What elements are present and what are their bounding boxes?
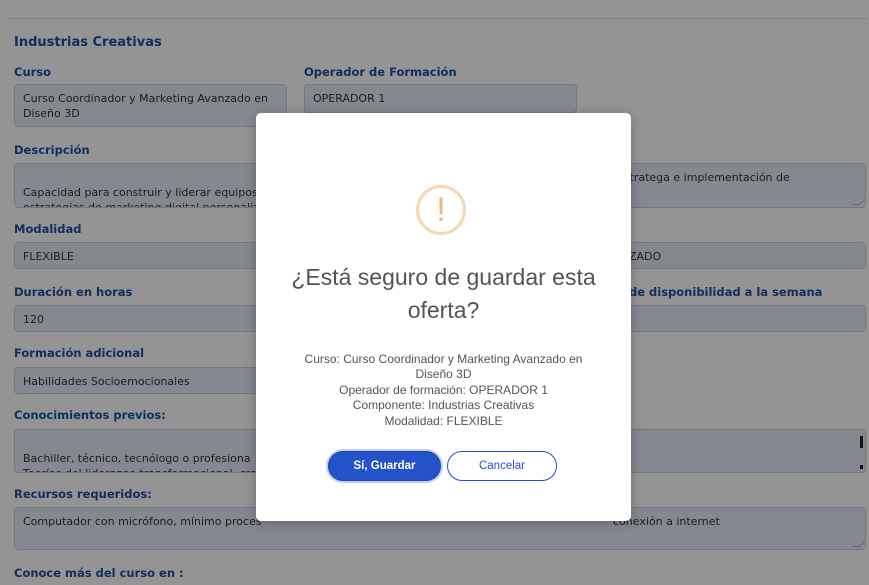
warning-icon: ! bbox=[416, 185, 466, 235]
dialog-title: ¿Está seguro de guardar esta oferta? bbox=[291, 264, 596, 323]
confirm-dialog: ! ¿Está seguro de guardar esta oferta? C… bbox=[256, 113, 631, 521]
dialog-content: Curso: Curso Coordinador y Marketing Ava… bbox=[296, 352, 591, 429]
dialog-modalidad-line: Modalidad: FLEXIBLE bbox=[384, 413, 503, 428]
dialog-curso-line: Curso: Curso Coordinador y Marketing Ava… bbox=[304, 352, 583, 382]
confirm-save-button[interactable]: Sí, Guardar bbox=[328, 451, 441, 481]
dialog-operador-line: Operador de formación: OPERADOR 1 bbox=[339, 382, 548, 397]
dialog-componente-line: Componente: Industrias Creativas bbox=[352, 398, 535, 413]
cancel-button[interactable]: Cancelar bbox=[447, 451, 557, 481]
